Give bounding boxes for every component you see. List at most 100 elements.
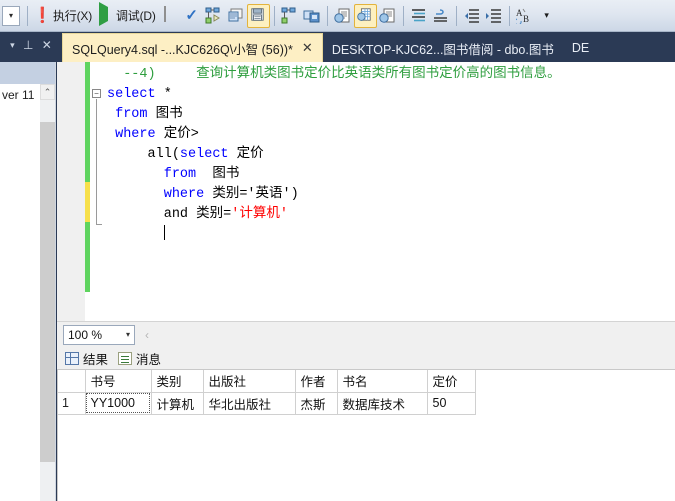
- table-cell[interactable]: 华北出版社: [203, 392, 296, 415]
- editor-folding-margin[interactable]: −: [91, 62, 107, 321]
- tab-desktop-partial[interactable]: DE: [563, 34, 598, 62]
- zoom-level-dropdown[interactable]: 100 % ▾: [63, 324, 135, 345]
- results-table[interactable]: 书号 类别 出版社 作者 书名 定价 1 YY1000 计算机 华北出版社 杰斯 数据库技术 50: [57, 370, 476, 415]
- code-token: where: [163, 187, 205, 202]
- tab-messages[interactable]: 消息: [118, 349, 161, 368]
- decrease-indent-button[interactable]: [461, 4, 483, 28]
- sql-editor[interactable]: − --4) 查询计算机类图书定价比英语类所有图书定价高的图书信息。 select…: [57, 62, 675, 321]
- tab-close-icon-sqlquery4[interactable]: ✕: [302, 40, 313, 56]
- row-number-header[interactable]: [57, 370, 86, 393]
- tab-sqlquery4[interactable]: SQLQuery4.sql -...KJC626Q\小智 (56))* ✕: [62, 33, 323, 62]
- results-to-file-button[interactable]: [377, 4, 399, 28]
- code-token: select: [107, 87, 156, 102]
- increase-indent-icon: [485, 7, 502, 24]
- code-line[interactable]: where 类别='英语'): [107, 185, 561, 205]
- fold-end-tick: [96, 224, 102, 225]
- code-token: and: [163, 207, 189, 222]
- editor-gutter: [57, 62, 85, 321]
- table-row[interactable]: 1 YY1000 计算机 华北出版社 杰斯 数据库技术 50: [57, 392, 476, 415]
- toolbar-separator-4: [402, 5, 404, 26]
- execute-button[interactable]: ❗ 执行(X): [32, 4, 95, 28]
- code-token: where: [115, 127, 156, 142]
- results-to-text-alt-button[interactable]: [332, 4, 354, 28]
- code-token: select: [179, 147, 229, 162]
- query-options-icon: [227, 7, 244, 24]
- increase-indent-button[interactable]: [483, 4, 505, 28]
- left-dock-header: [0, 62, 55, 84]
- table-cell[interactable]: 杰斯: [295, 392, 338, 415]
- chevron-down-icon-zoom: ▾: [125, 330, 130, 339]
- svg-text:B: B: [523, 14, 529, 24]
- column-header[interactable]: 出版社: [203, 370, 296, 393]
- table-cell[interactable]: YY1000: [85, 392, 152, 415]
- font-options-button[interactable]: A B: [514, 4, 536, 28]
- message-icon: [118, 351, 133, 365]
- results-to-text-button[interactable]: [246, 3, 270, 28]
- fold-collapse-icon[interactable]: −: [92, 89, 101, 98]
- pin-icon[interactable]: ⊥: [23, 38, 33, 52]
- code-token: 图书: [147, 107, 183, 122]
- code-token: from: [115, 107, 148, 122]
- code-token: 图书: [196, 167, 240, 182]
- query-options-button[interactable]: [225, 4, 247, 28]
- results-file-icon: [379, 7, 396, 24]
- left-dock-scrollbar[interactable]: ⌃: [40, 84, 55, 501]
- code-line[interactable]: from 图书: [107, 105, 561, 125]
- svg-text:A: A: [516, 8, 523, 18]
- tab-list-dropdown-icon[interactable]: ▾: [10, 40, 15, 51]
- code-line[interactable]: --4) 查询计算机类图书定价比英语类所有图书定价高的图书信息。: [107, 65, 560, 85]
- ssms-window: ▾ ❗ 执行(X) 调试(D) ✓ A B ▾ ▾ ⊥ ✕ SQLQuery4.…: [0, 0, 675, 501]
- debug-button[interactable]: 调试(D): [95, 2, 159, 28]
- grid-icon: [65, 351, 79, 365]
- code-line[interactable]: where 定价>: [107, 125, 561, 145]
- change-bar-saved-2: [85, 222, 90, 292]
- tab-label-dbo-tushu: DESKTOP-KJC62...图书借阅 - dbo.图书: [331, 42, 554, 57]
- table-cell[interactable]: 计算机: [151, 392, 204, 415]
- scroll-up-icon[interactable]: ⌃: [40, 84, 55, 100]
- tab-strip-controls: ▾ ⊥ ✕: [0, 32, 62, 62]
- stop-button[interactable]: [159, 4, 181, 28]
- scroll-thumb[interactable]: [40, 122, 55, 462]
- results-to-text-icon: [250, 7, 267, 24]
- column-header[interactable]: 书名: [337, 370, 428, 393]
- include-client-statistics-button[interactable]: [301, 4, 323, 28]
- table-cell[interactable]: 50: [427, 392, 476, 415]
- toolbar-separator-5: [455, 5, 457, 26]
- toolbar-separator-3: [326, 5, 328, 26]
- client-statistics-icon: [303, 7, 320, 24]
- row-number-cell[interactable]: 1: [57, 392, 86, 415]
- results-grid[interactable]: 书号 类别 出版社 作者 书名 定价 1 YY1000 计算机 华北出版社 杰斯 数据库技术 50: [57, 369, 675, 501]
- parse-button[interactable]: ✓: [181, 4, 203, 28]
- code-line[interactable]: all(select 定价: [107, 145, 561, 165]
- comment-lines-button[interactable]: [408, 4, 430, 28]
- execute-label: 执行(X): [53, 9, 92, 23]
- display-estimated-plan-button[interactable]: [203, 4, 225, 28]
- table-cell[interactable]: 数据库技术: [337, 392, 428, 415]
- tab-dbo-tushu[interactable]: DESKTOP-KJC62...图书借阅 - dbo.图书: [323, 34, 563, 62]
- close-icon[interactable]: ✕: [42, 38, 52, 52]
- code-line[interactable]: and 类别='计算机': [107, 205, 561, 225]
- text-caret: [163, 225, 165, 240]
- splitter-nav-icon[interactable]: ‹: [145, 328, 149, 342]
- document-tab-strip: ▾ ⊥ ✕ SQLQuery4.sql -...KJC626Q\小智 (56))…: [0, 32, 675, 62]
- column-header[interactable]: 类别: [151, 370, 204, 393]
- code-line[interactable]: select *: [107, 85, 561, 105]
- column-header[interactable]: 书号: [85, 370, 152, 393]
- editor-change-bar: [85, 62, 90, 321]
- toolbar-overflow-button[interactable]: ▾: [2, 5, 20, 26]
- code-line[interactable]: from 图书: [107, 165, 561, 185]
- tab-results[interactable]: 结果: [65, 349, 108, 368]
- play-icon: [96, 2, 113, 26]
- uncomment-lines-button[interactable]: [430, 4, 452, 28]
- results-to-grid-button[interactable]: [353, 3, 377, 28]
- column-header[interactable]: 定价: [427, 370, 476, 393]
- include-actual-plan-button[interactable]: [279, 4, 301, 28]
- toolbar-separator-6: [508, 5, 510, 26]
- column-header[interactable]: 作者: [295, 370, 338, 393]
- query-toolbar: ▾ ❗ 执行(X) 调试(D) ✓ A B ▾: [0, 0, 675, 32]
- chevron-down-icon: ▾: [8, 10, 13, 20]
- toolbar-chevron-button[interactable]: ▾: [536, 4, 558, 28]
- code-token: 定价>: [155, 127, 199, 142]
- code-line[interactable]: [107, 225, 561, 245]
- editor-code[interactable]: --4) 查询计算机类图书定价比英语类所有图书定价高的图书信息。 select *…: [107, 65, 561, 245]
